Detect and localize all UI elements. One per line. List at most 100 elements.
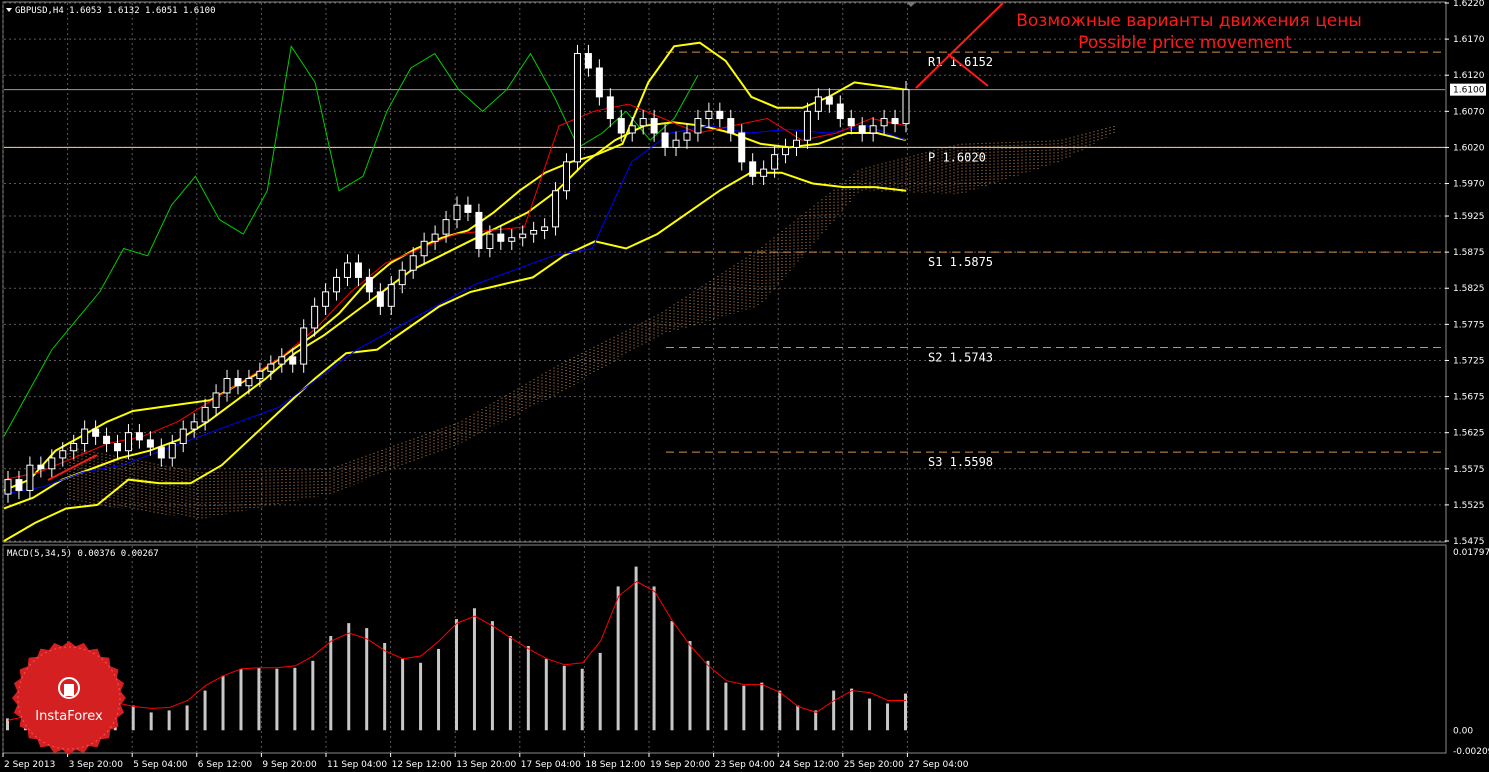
candle-down: [289, 356, 297, 365]
candle-up: [26, 464, 34, 491]
candle-up: [782, 146, 790, 156]
macd-y-tick-label: 0.01797: [1453, 548, 1489, 558]
candle-up: [333, 276, 341, 293]
x-tick-label: 27 Sep 04:00: [908, 760, 968, 770]
macd-bar: [149, 712, 153, 731]
candle-up: [300, 327, 308, 365]
candle-down: [234, 378, 242, 387]
macd-bar: [760, 682, 764, 731]
x-tick-label: 6 Sep 12:00: [198, 760, 253, 770]
candle-up: [508, 237, 516, 242]
y-tick-label: 1.5875: [1453, 248, 1485, 258]
macd-bar: [275, 668, 279, 731]
pivot-label-p: P 1.6020: [928, 150, 986, 164]
candle-up: [48, 457, 56, 470]
macd-bar: [724, 682, 728, 731]
candle-up: [771, 154, 779, 170]
macd-bar: [383, 642, 387, 731]
candle-up: [409, 255, 417, 271]
candle-up: [245, 378, 253, 387]
candle-down: [727, 118, 735, 134]
candle-down: [92, 428, 100, 437]
candle-up: [694, 118, 702, 134]
y-tick-label: 1.6070: [1453, 107, 1485, 117]
macd-bar: [526, 645, 530, 731]
candle-down: [376, 291, 384, 307]
candle-up: [541, 226, 549, 231]
x-tick-label: 3 Sep 20:00: [69, 760, 124, 770]
candle-down: [114, 443, 122, 452]
x-tick-label: 9 Sep 20:00: [262, 760, 317, 770]
macd-bar: [419, 662, 423, 731]
macd-bar: [455, 619, 458, 731]
candle-up: [59, 450, 67, 459]
x-tick-label: 19 Sep 20:00: [650, 760, 710, 770]
candle-up: [343, 262, 351, 278]
y-tick-label: 1.5475: [1453, 537, 1485, 547]
candle-down: [146, 439, 154, 448]
macd-bar: [670, 621, 674, 731]
macd-bar: [886, 703, 890, 731]
candle-up: [639, 118, 647, 127]
candle-up: [628, 125, 636, 134]
candle-up: [387, 284, 395, 307]
candle-up: [168, 443, 176, 459]
instaforex-logo: InstaForex: [12, 641, 126, 755]
macd-bar: [365, 628, 369, 731]
pivot-label-s2: S2 1.5743: [928, 350, 993, 364]
x-tick-label: 2 Sep 2013: [4, 760, 55, 770]
bollinger-lower: [3, 171, 907, 542]
candle-up: [803, 110, 811, 141]
macd-bar: [562, 665, 566, 731]
symbol-header: GBPUSD,H4 1.6053 1.6132 1.6051 1.6100: [15, 6, 215, 16]
menu-triangle-icon[interactable]: [6, 8, 12, 12]
candle-up: [573, 53, 581, 163]
y-tick-label: 1.5775: [1453, 320, 1485, 330]
macd-bar: [203, 690, 207, 731]
annotation-ru: Возможные варианты движения цены: [1016, 11, 1362, 31]
current-price-label: 1.6100: [1453, 86, 1485, 96]
macd-bar: [293, 667, 297, 731]
macd-bar: [598, 652, 602, 731]
candle-down: [617, 118, 625, 134]
y-axis: 1.6220 1.6170 1.6120 1.6070 1.6020 1.5970 1.59…: [1445, 0, 1486, 547]
macd-bar: [347, 623, 351, 731]
candle-down: [37, 464, 45, 470]
x-tick-label: 23 Sep 04:00: [715, 760, 775, 770]
macd-bar: [257, 667, 261, 731]
candle-up: [869, 125, 877, 134]
y-tick-label: 1.5925: [1453, 212, 1485, 222]
candle-down: [157, 446, 165, 459]
macd-bar: [778, 690, 782, 731]
candle-up: [70, 443, 78, 452]
macd-bar: [814, 710, 818, 731]
x-tick-label: 25 Sep 20:00: [844, 760, 904, 770]
macd-bar: [131, 705, 135, 731]
candle-up: [519, 233, 527, 239]
macd-bar: [850, 688, 854, 731]
candle-down: [738, 132, 746, 163]
y-tick-label: 1.5725: [1453, 356, 1485, 366]
candle-up: [124, 432, 132, 452]
candle-up: [256, 370, 264, 380]
macd-bar: [544, 658, 548, 731]
candle-up: [311, 305, 319, 329]
macd-bar: [437, 648, 441, 731]
y-tick-label: 1.5825: [1453, 284, 1485, 294]
price-chart: R1 1.6152P 1.6020S1 1.5875S2 1.5743S3 1.…: [2, 0, 1489, 770]
pivot-label-s3: S3 1.5598: [928, 455, 993, 469]
candle-up: [552, 190, 560, 228]
macd-bar: [652, 586, 656, 731]
candle-down: [716, 110, 724, 120]
macd-header: MACD(5,34,5) 0.00376 0.00267: [7, 549, 159, 559]
pivot-lines: R1 1.6152P 1.6020S1 1.5875S2 1.5743S3 1.…: [4, 51, 1445, 469]
macd-indicator: 0.01797 0.00 -0.00209: [6, 548, 1489, 757]
candle-down: [15, 479, 23, 491]
candle-up: [190, 421, 198, 430]
x-tick-label: 5 Sep 04:00: [133, 760, 188, 770]
macd-bar: [329, 636, 333, 731]
candle-down: [475, 211, 483, 250]
y-tick-label: 1.6220: [1453, 0, 1485, 9]
candle-down: [365, 276, 373, 293]
candle-up: [81, 428, 89, 445]
